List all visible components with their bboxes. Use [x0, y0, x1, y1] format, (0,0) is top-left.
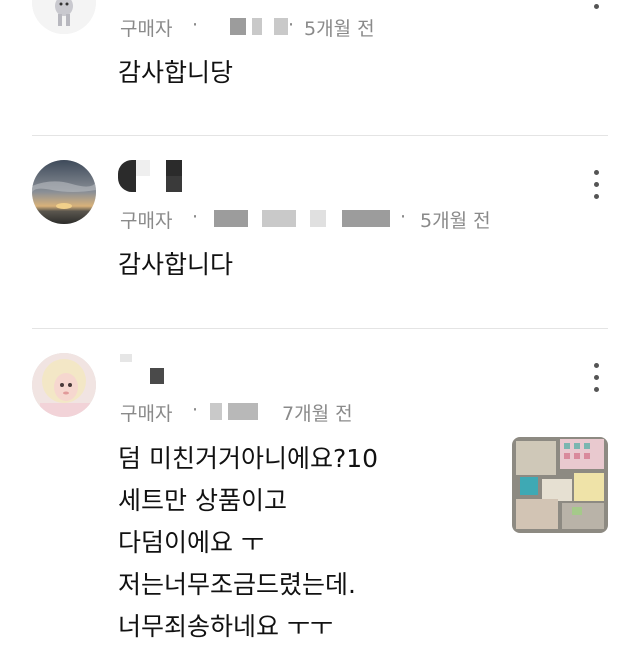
meta-separator: ·: [192, 399, 199, 421]
reviewer-name-redacted: [118, 352, 178, 386]
meta-separator: ·: [400, 206, 407, 228]
review-time: 7개월 전: [282, 403, 353, 425]
buyer-label: 구매자: [120, 18, 173, 40]
reviewer-name-redacted: [118, 158, 188, 192]
redacted-option: [214, 210, 248, 227]
redacted-option: [262, 210, 296, 227]
review-text-line: 감사합니다: [118, 250, 234, 279]
meta-separator: ·: [192, 14, 199, 36]
review-divider: [32, 135, 608, 136]
review-divider: [32, 328, 608, 329]
redacted-option: [252, 18, 262, 35]
review-text-line: 너무죄송하네요 ㅜㅜ: [118, 612, 333, 641]
buyer-label: 구매자: [120, 403, 173, 425]
more-options-icon[interactable]: [588, 357, 604, 397]
review-text-line: 덤 미친거거아니에요?10: [118, 444, 379, 473]
review-text: 덤 미친거거아니에요?10 세트만 상품이고 다덤이에요 ㅜ 저는너무조금드렸는…: [118, 438, 378, 648]
redacted-option: [310, 210, 326, 227]
review-text-line: 다덤이에요 ㅜ: [118, 528, 264, 557]
review-text: 감사합니다: [118, 244, 233, 286]
review-text-line: 세트만 상품이고: [118, 486, 287, 515]
product-photo-thumbnail[interactable]: [512, 437, 608, 533]
person-avatar-icon[interactable]: [32, 353, 96, 417]
buyer-label: 구매자: [120, 210, 173, 232]
redacted-option: [342, 210, 390, 227]
redacted-option: [230, 18, 246, 35]
sunset-avatar-icon[interactable]: [32, 160, 96, 224]
redacted-option: [228, 403, 258, 420]
review-text-line: 저는너무조금드렸는데.: [118, 570, 356, 599]
meta-separator: ·: [288, 14, 295, 36]
review-time: 5개월 전: [420, 210, 491, 232]
redacted-option: [210, 403, 222, 420]
more-options-icon[interactable]: [588, 164, 604, 204]
review-text-line: 감사합니당: [118, 58, 234, 87]
figurine-avatar-icon[interactable]: [32, 0, 96, 34]
review-text: 감사합니당: [118, 52, 233, 94]
redacted-option: [274, 18, 288, 35]
more-options-icon[interactable]: [588, 0, 604, 18]
meta-separator: ·: [192, 206, 199, 228]
review-time: 5개월 전: [304, 18, 375, 40]
